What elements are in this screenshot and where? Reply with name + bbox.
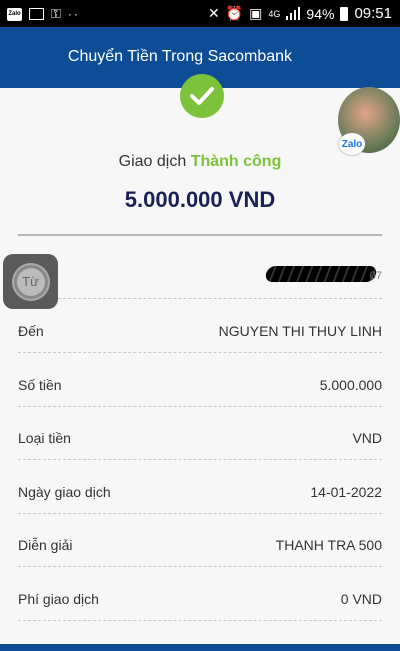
status-left-icons: Zalo ⚿ ·· bbox=[7, 6, 80, 22]
from-account-row: 07 bbox=[18, 258, 382, 299]
row-label: Số tiền bbox=[18, 377, 62, 393]
divider bbox=[18, 234, 382, 236]
status-prefix: Giao dịch bbox=[118, 153, 187, 170]
row-recipient: Đến NGUYEN THI THUY LINH bbox=[18, 312, 382, 353]
success-check-icon bbox=[180, 74, 224, 118]
transaction-status: Giao dịch Thành công bbox=[0, 153, 400, 171]
row-description: Diễn giải THANH TRA 500 bbox=[18, 526, 382, 567]
image-icon bbox=[29, 8, 44, 20]
row-date: Ngày giao dịch 14-01-2022 bbox=[18, 473, 382, 514]
account-tail: 07 bbox=[369, 270, 382, 282]
row-label: Loại tiền bbox=[18, 430, 71, 446]
status-right-icons: ✕ ⏰ ▣ 4G 94% 09:51 bbox=[208, 5, 392, 22]
row-currency: Loại tiền VND bbox=[18, 419, 382, 460]
row-value: 0 VND bbox=[340, 591, 382, 607]
row-value: VND bbox=[352, 430, 382, 446]
zalo-icon: Zalo bbox=[7, 7, 22, 21]
page-title: Chuyển Tiền Trong Sacombank bbox=[67, 48, 293, 65]
key-icon: ⚿ bbox=[51, 6, 61, 21]
clock: 09:51 bbox=[354, 5, 392, 22]
zalo-badge-icon: Zalo bbox=[339, 133, 365, 155]
redacted-account-number bbox=[264, 266, 378, 282]
status-bar: Zalo ⚿ ·· ✕ ⏰ ▣ 4G 94% 09:51 bbox=[0, 0, 400, 27]
bottom-bar bbox=[0, 644, 400, 651]
battery-percent: 94% bbox=[306, 5, 335, 22]
from-button-label: Từ bbox=[13, 264, 48, 299]
mute-icon: ✕ bbox=[208, 5, 220, 21]
dots-icon: ·· bbox=[67, 7, 80, 21]
battery-icon bbox=[340, 6, 349, 21]
alarm-icon: ⏰ bbox=[225, 5, 244, 21]
row-amount: Số tiền 5.000.000 bbox=[18, 366, 382, 407]
transaction-amount: 5.000.000 VND bbox=[124, 187, 276, 212]
row-label: Phí giao dịch bbox=[18, 591, 99, 607]
row-value: THANH TRA 500 bbox=[275, 537, 382, 553]
row-label: Ngày giao dịch bbox=[18, 484, 111, 500]
status-value: Thành công bbox=[190, 153, 282, 170]
row-fee: Phí giao dịch 0 VND bbox=[18, 580, 382, 621]
from-account-button[interactable]: Từ bbox=[3, 254, 58, 309]
row-label: Đến bbox=[18, 323, 44, 339]
sim-icon: ▣ bbox=[249, 5, 263, 21]
row-value: 5.000.000 bbox=[319, 377, 382, 393]
row-label: Diễn giải bbox=[18, 537, 73, 553]
signal-icon bbox=[286, 7, 301, 20]
row-value: 14-01-2022 bbox=[310, 484, 382, 500]
network-type: 4G bbox=[268, 8, 281, 19]
row-value: NGUYEN THI THUY LINH bbox=[218, 323, 382, 339]
